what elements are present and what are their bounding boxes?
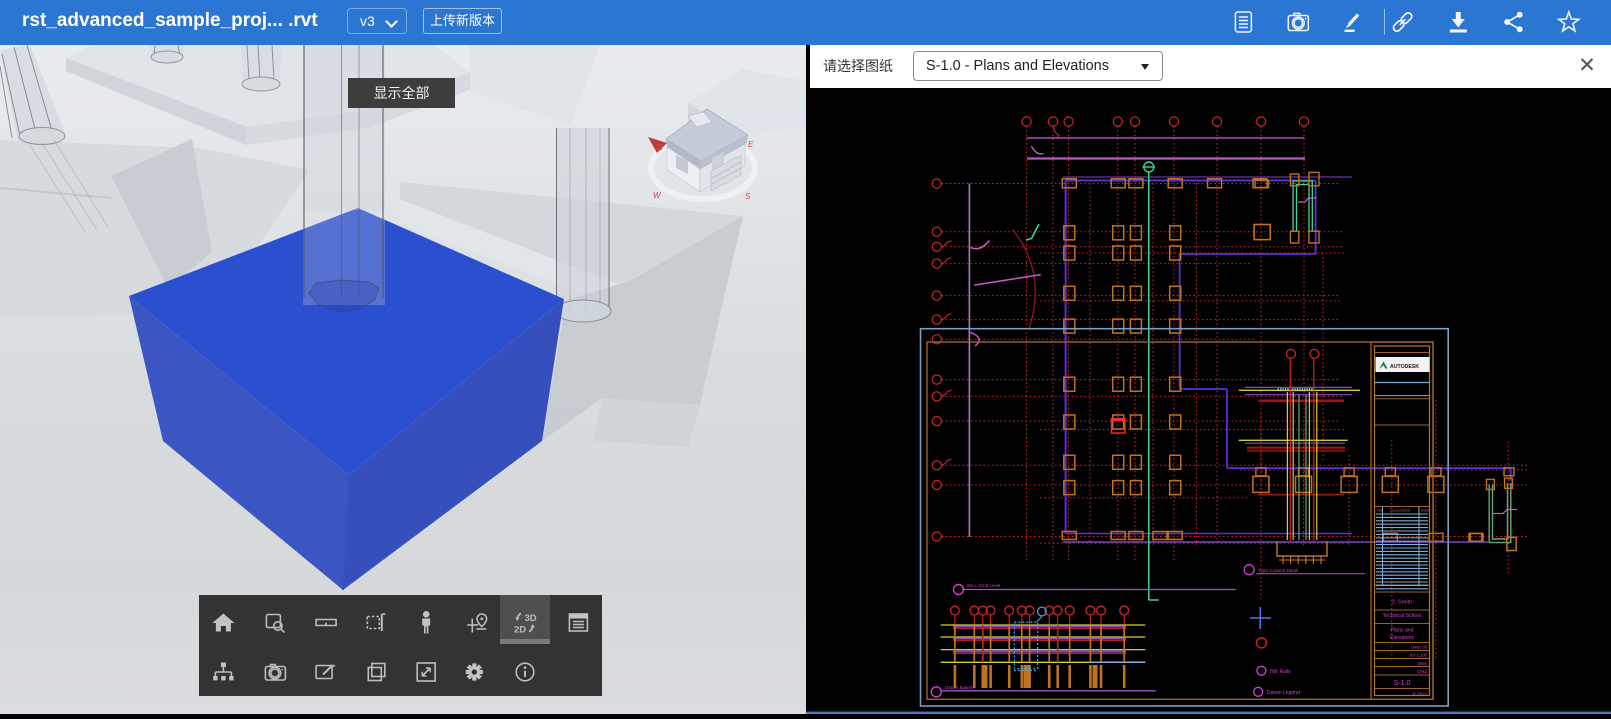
svg-text:Drwn: Drwn (1417, 661, 1427, 666)
svg-text:Datum Baseln: Datum Baseln (945, 685, 974, 690)
svg-text:Hdr Rails: Hdr Rails (1270, 669, 1291, 675)
svg-text:Date: Date (1421, 508, 1430, 513)
svg-text:No: No (1377, 508, 1383, 513)
svg-text:E: E (748, 140, 754, 149)
svg-text:0m ± Grnd Level: 0m ± Grnd Level (967, 583, 1000, 588)
svg-text:P 28 m: P 28 m (1413, 692, 1427, 697)
svg-text:Description: Description (1390, 508, 1410, 513)
svg-text:Scl 1:100: Scl 1:100 (1410, 653, 1428, 658)
svg-text:Plans and: Plans and (1390, 628, 1413, 634)
svg-text:Date: 03: Date: 03 (1411, 645, 1428, 650)
svg-text:Chkd: Chkd (1417, 669, 1427, 674)
svg-text:Technical School: Technical School (1383, 613, 1422, 619)
svg-text:N: N (657, 143, 663, 152)
svg-text:S: S (745, 192, 751, 201)
svg-text:S-1.0: S-1.0 (1394, 680, 1411, 687)
svg-text:2. Smith: 2. Smith (1392, 600, 1412, 606)
svg-text:Datum Legend: Datum Legend (1267, 690, 1300, 696)
svg-text:Elevations: Elevations (1390, 635, 1414, 641)
svg-text:3D: 3D (525, 613, 537, 624)
svg-text:Typcl Column Detail: Typcl Column Detail (1258, 568, 1298, 573)
svg-text:AUTODESK: AUTODESK (1390, 364, 1419, 370)
svg-text:2D: 2D (514, 625, 526, 636)
